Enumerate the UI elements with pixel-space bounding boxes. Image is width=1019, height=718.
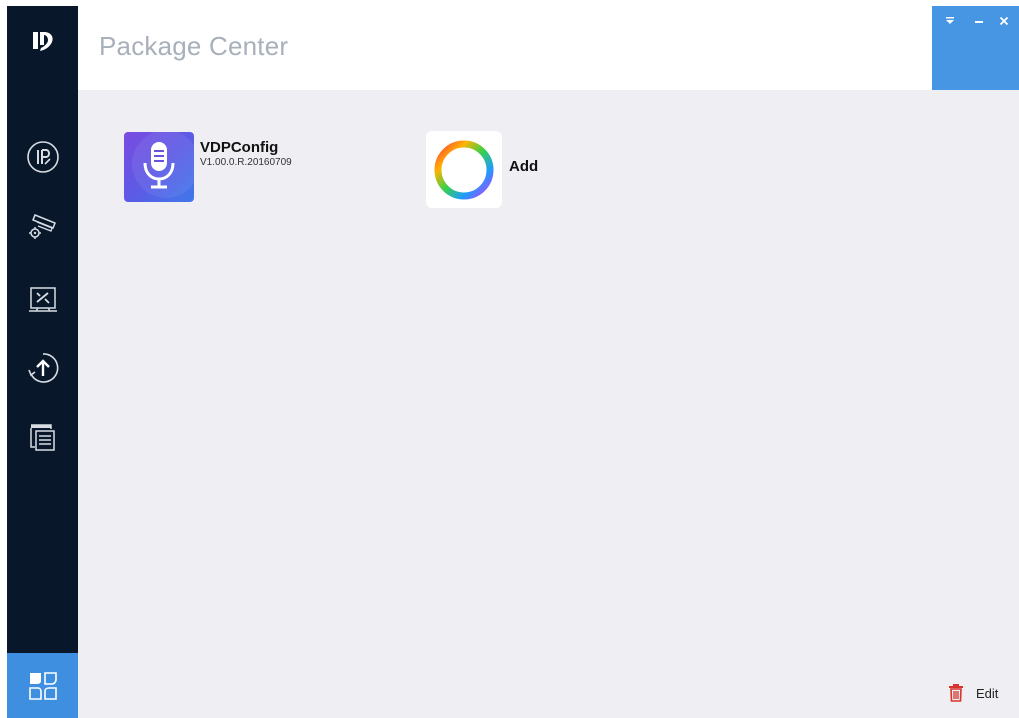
dp-logo-icon [7,6,78,76]
tools-icon [28,287,57,312]
dropdown-icon[interactable] [940,12,960,30]
trash-icon [949,684,963,702]
sidebar-item-system-config[interactable] [7,273,78,325]
package-name: Add [509,158,539,175]
header: Package Center [78,6,1019,90]
app-window: Package Center VDPConfig V1.00.0.R.20160… [7,6,1019,718]
minimize-icon[interactable] [969,12,989,30]
sidebar-item-package-center[interactable] [7,653,78,718]
edit-button[interactable]: Edit [948,682,998,704]
page-title: Package Center [99,31,289,61]
sidebar-item-ip-config[interactable] [7,131,78,183]
camera-gear-icon [28,214,56,239]
package-item-vdpconfig[interactable]: VDPConfig V1.00.0.R.20160709 [124,132,354,206]
ip-icon [26,141,59,173]
package-center-icon [28,671,57,700]
sidebar [7,6,78,718]
sidebar-item-device-config[interactable] [7,199,78,251]
package-version: V1.00.0.R.20160709 [200,157,292,168]
microphone-icon [124,132,194,202]
sidebar-item-upgrade[interactable] [7,342,78,394]
document-icon [29,424,55,451]
window-controls [932,6,1019,90]
add-ring-icon [426,131,502,208]
edit-label: Edit [976,685,999,701]
package-name: VDPConfig [200,139,279,156]
sidebar-item-document[interactable] [7,411,78,463]
close-icon[interactable] [994,12,1014,30]
upgrade-icon [27,353,58,383]
package-list: VDPConfig V1.00.0.R.20160709 Add Edit [78,90,1019,718]
package-item-add[interactable]: Add [426,131,556,209]
